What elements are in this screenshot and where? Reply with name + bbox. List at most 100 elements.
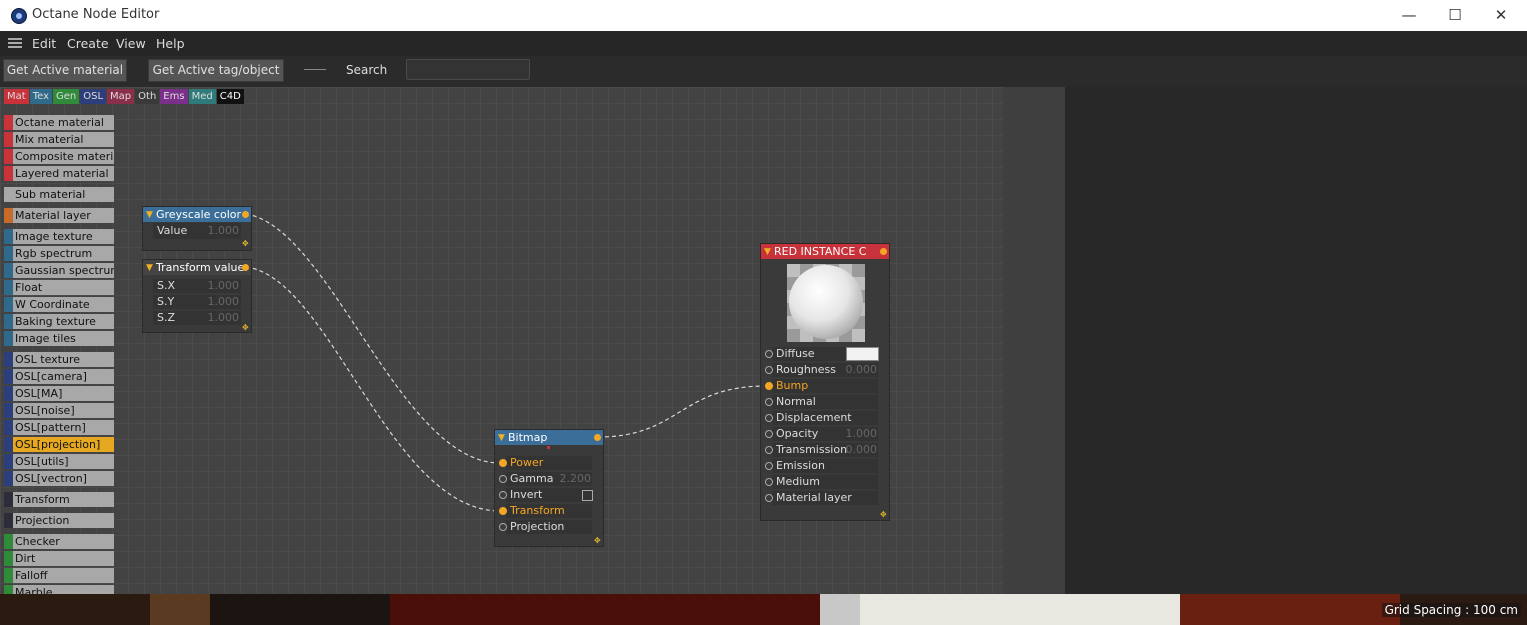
node-param-row[interactable]: S.Z 1.000 — [143, 310, 251, 326]
node-param-row[interactable]: Invert — [495, 487, 603, 503]
output-port[interactable] — [242, 211, 249, 218]
input-port[interactable] — [765, 414, 773, 422]
node-canvas[interactable]: Mat Tex Gen OSL Map Oth Ems Med C4D Octane mater… — [0, 87, 1003, 594]
wire-bitmap-to-bump — [597, 385, 767, 438]
get-active-material-button[interactable]: Get Active material — [3, 59, 127, 82]
greyscale-color-node[interactable]: ▼ Greyscale color Value 1.000 ✥ — [142, 206, 252, 251]
invert-checkbox[interactable] — [582, 490, 593, 501]
param-label: S.X — [157, 279, 176, 292]
param-label: Power — [510, 456, 544, 469]
menu-view[interactable]: View — [116, 36, 146, 51]
grid-spacing-label: Grid Spacing : 100 cm — [1381, 603, 1521, 617]
octane-app-icon — [11, 8, 27, 24]
node-param-row[interactable]: Projection — [495, 519, 603, 535]
node-param-row[interactable]: Medium — [761, 474, 889, 490]
param-value[interactable]: 1.000 — [208, 278, 240, 294]
output-port[interactable] — [242, 264, 249, 271]
input-port[interactable] — [765, 494, 773, 502]
menu-help[interactable]: Help — [156, 36, 185, 51]
node-param-row[interactable]: Opacity 1.000 — [761, 426, 889, 442]
node-title: Transform value — [156, 261, 245, 274]
right-panel — [1065, 87, 1527, 594]
node-marker — [547, 446, 550, 449]
menu-edit[interactable]: Edit — [32, 36, 56, 51]
param-value[interactable]: 2.200 — [560, 471, 592, 487]
param-value[interactable]: 1.000 — [208, 310, 240, 326]
node-param-row[interactable]: Value 1.000 — [143, 222, 251, 240]
node-param-row[interactable]: Emission — [761, 458, 889, 474]
resize-handle-icon[interactable]: ✥ — [880, 511, 887, 519]
canvas-side-panel — [1003, 87, 1065, 594]
search-input[interactable] — [406, 59, 530, 80]
param-label: Value — [157, 224, 188, 237]
collapse-triangle-icon[interactable]: ▼ — [498, 431, 505, 446]
output-port[interactable] — [880, 248, 887, 255]
preview-sphere — [789, 265, 863, 339]
window-title: Octane Node Editor — [32, 7, 160, 22]
param-label: Transmission — [776, 443, 848, 456]
node-title: Greyscale color — [156, 208, 242, 221]
title-bar: Octane Node Editor — ☐ ✕ — [0, 0, 1527, 31]
resize-handle-icon[interactable]: ✥ — [594, 537, 601, 545]
node-param-row[interactable]: Material layer — [761, 490, 889, 506]
param-label: Normal — [776, 395, 816, 408]
search-label: Search — [346, 63, 388, 77]
node-param-row[interactable]: Displacement — [761, 410, 889, 426]
input-port[interactable] — [499, 507, 507, 515]
node-param-row[interactable]: Diffuse — [761, 346, 889, 362]
param-value[interactable]: 0.000 — [846, 442, 878, 458]
param-label: Diffuse — [776, 347, 815, 360]
close-button[interactable]: ✕ — [1478, 0, 1524, 31]
red-instance-material-node[interactable]: ▼ RED INSTANCE C Diffuse Roughness 0.000 Bum… — [760, 243, 890, 521]
input-port[interactable] — [765, 350, 773, 358]
collapse-triangle-icon[interactable]: ▼ — [764, 245, 771, 260]
param-label: Transform — [510, 504, 565, 517]
minimize-button[interactable]: — — [1386, 0, 1432, 31]
transform-value-node[interactable]: ▼ Transform value S.X 1.000 S.Y 1.000 S.Z 1.00… — [142, 259, 252, 333]
maximize-button[interactable]: ☐ — [1432, 0, 1478, 31]
param-label: Bump — [776, 379, 809, 392]
node-param-row[interactable]: S.X 1.000 — [143, 278, 251, 294]
input-port[interactable] — [765, 366, 773, 374]
resize-handle-icon[interactable]: ✥ — [242, 324, 249, 332]
input-port[interactable] — [765, 478, 773, 486]
node-param-row[interactable]: Bump — [761, 378, 889, 394]
diffuse-color-swatch[interactable] — [846, 347, 879, 361]
menu-bar: Edit Create View Help — [0, 31, 1527, 56]
collapse-triangle-icon[interactable]: ▼ — [146, 208, 153, 223]
node-param-row[interactable]: Gamma 2.200 — [495, 471, 603, 487]
input-port[interactable] — [499, 459, 507, 467]
param-value[interactable]: 0.000 — [846, 362, 878, 378]
resize-handle-icon[interactable]: ✥ — [242, 240, 249, 248]
param-label: Material layer — [776, 491, 852, 504]
param-label: Displacement — [776, 411, 852, 424]
menu-create[interactable]: Create — [67, 36, 109, 51]
input-port[interactable] — [499, 491, 507, 499]
get-active-tag-button[interactable]: Get Active tag/object — [148, 59, 284, 82]
collapse-triangle-icon[interactable]: ▼ — [146, 261, 153, 276]
param-label: Invert — [510, 488, 543, 501]
node-param-row[interactable]: Transform — [495, 503, 603, 519]
hamburger-menu-icon[interactable] — [8, 38, 22, 48]
node-param-row[interactable]: Roughness 0.000 — [761, 362, 889, 378]
param-value[interactable]: 1.000 — [208, 222, 240, 240]
input-port[interactable] — [765, 398, 773, 406]
param-label: Opacity — [776, 427, 819, 440]
node-param-row[interactable]: Transmission 0.000 — [761, 442, 889, 458]
input-port[interactable] — [765, 446, 773, 454]
input-port[interactable] — [765, 430, 773, 438]
node-param-row[interactable]: Normal — [761, 394, 889, 410]
output-port[interactable] — [594, 434, 601, 441]
input-port[interactable] — [499, 523, 507, 531]
input-port[interactable] — [499, 475, 507, 483]
param-value[interactable]: 1.000 — [208, 294, 240, 310]
node-param-row[interactable]: Power — [495, 455, 603, 471]
material-preview — [787, 264, 865, 342]
input-port[interactable] — [765, 382, 773, 390]
param-value[interactable]: 1.000 — [846, 426, 878, 442]
wire-greyscale-to-power — [245, 213, 501, 464]
param-label: Projection — [510, 520, 565, 533]
param-label: Roughness — [776, 363, 837, 376]
input-port[interactable] — [765, 462, 773, 470]
node-param-row[interactable]: S.Y 1.000 — [143, 294, 251, 310]
